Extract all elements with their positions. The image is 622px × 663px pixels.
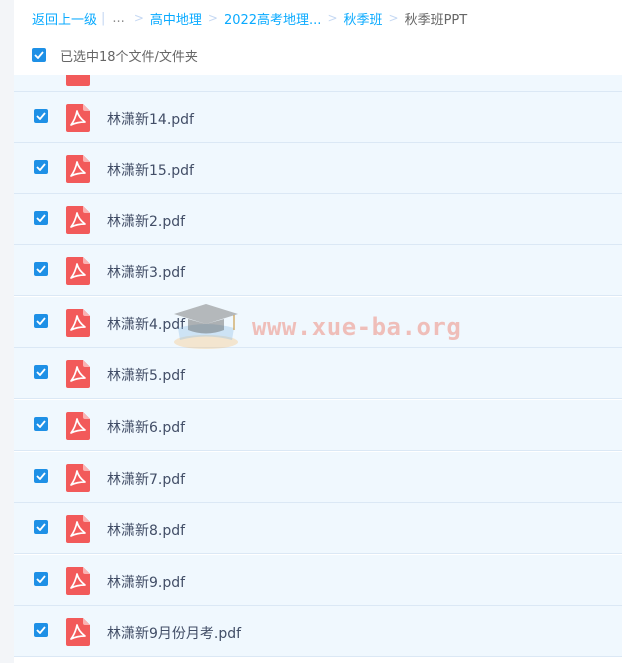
file-name[interactable]: 林潇新2.pdf [107,211,185,231]
file-name[interactable]: 林潇新5.pdf [107,365,185,385]
file-row[interactable]: 林潇新4.pdf [14,297,622,348]
pdf-icon [66,515,90,543]
breadcrumb-divider: | [101,10,106,26]
file-row[interactable]: 林潇新6.pdf [14,400,622,451]
file-checkbox[interactable] [34,623,48,637]
pdf-icon [66,155,90,183]
file-row[interactable]: 林潇新7.pdf [14,452,622,503]
checkmark-icon [36,472,46,480]
file-checkbox[interactable] [34,572,48,586]
breadcrumb-current: 秋季班PPT [404,12,468,28]
file-checkbox[interactable] [34,109,48,123]
file-row[interactable]: 林潇新9月份月考.pdf [14,606,622,657]
pdf-icon [66,104,90,132]
pdf-icon [66,75,90,86]
checkmark-icon [36,626,46,634]
file-row[interactable]: 林潇新9.pdf [14,555,622,606]
checkmark-icon [36,575,46,583]
checkmark-icon [36,265,46,273]
file-name[interactable]: 林潇新9.pdf [107,572,185,592]
pdf-icon [66,567,90,595]
file-checkbox[interactable] [34,160,48,174]
breadcrumb-arrow: > [388,11,399,25]
checkmark-icon [36,317,46,325]
file-name[interactable]: 林潇新6.pdf [107,417,185,437]
file-name[interactable]: 林潇新7.pdf [107,469,185,489]
checkmark-icon [36,163,46,171]
select-all-checkbox[interactable] [32,48,46,62]
file-list: 林潇新14.pdf 林潇新15.pdf 林潇新2.pdf 林潇新3.pdf 林潇… [14,75,622,663]
checkmark-icon [36,523,46,531]
file-checkbox[interactable] [34,417,48,431]
file-name[interactable]: 林潇新4.pdf [107,314,185,334]
file-checkbox[interactable] [34,314,48,328]
file-name[interactable]: 林潇新15.pdf [107,160,194,180]
file-checkbox[interactable] [34,520,48,534]
breadcrumb: 返回上一级 | ... > 高中地理 > 2022高考地理... > 秋季班 >… [32,8,467,28]
pdf-icon [66,309,90,337]
checkmark-icon [36,420,46,428]
file-row[interactable]: 林潇新15.pdf [14,143,622,194]
breadcrumb-arrow: > [207,11,218,25]
file-name[interactable]: 林潇新3.pdf [107,262,185,282]
file-row[interactable]: 林潇新5.pdf [14,348,622,399]
breadcrumb-arrow: > [133,11,144,25]
file-row[interactable] [14,75,622,92]
breadcrumb-arrow: > [327,11,338,25]
checkmark-icon [34,51,44,59]
pdf-icon [66,618,90,646]
pdf-icon [66,360,90,388]
pdf-icon [66,412,90,440]
left-gutter [0,0,14,663]
file-checkbox[interactable] [34,211,48,225]
checkmark-icon [36,368,46,376]
file-row[interactable]: 林潇新3.pdf [14,245,622,296]
file-row[interactable]: 林潇新14.pdf [14,92,622,143]
file-checkbox[interactable] [34,469,48,483]
checkmark-icon [36,214,46,222]
file-row[interactable]: 林潇新8.pdf [14,503,622,554]
select-all-bar: 已选中18个文件/文件夹 [32,45,198,65]
file-name[interactable]: 林潇新14.pdf [107,109,194,129]
file-name[interactable]: 林潇新9月份月考.pdf [107,623,241,643]
file-name[interactable]: 林潇新8.pdf [107,520,185,540]
breadcrumb-ellipsis[interactable]: ... [112,11,124,26]
file-checkbox[interactable] [34,262,48,276]
breadcrumb-item[interactable]: 秋季班 [344,9,383,28]
breadcrumb-item[interactable]: 2022高考地理... [224,9,321,28]
pdf-icon [66,257,90,285]
pdf-icon [66,464,90,492]
file-row[interactable]: 林潇新2.pdf [14,194,622,245]
selection-count: 已选中18个文件/文件夹 [60,49,198,65]
breadcrumb-item[interactable]: 高中地理 [150,9,202,28]
file-checkbox[interactable] [34,365,48,379]
pdf-icon [66,206,90,234]
checkmark-icon [36,112,46,120]
back-link[interactable]: 返回上一级 [32,9,97,28]
